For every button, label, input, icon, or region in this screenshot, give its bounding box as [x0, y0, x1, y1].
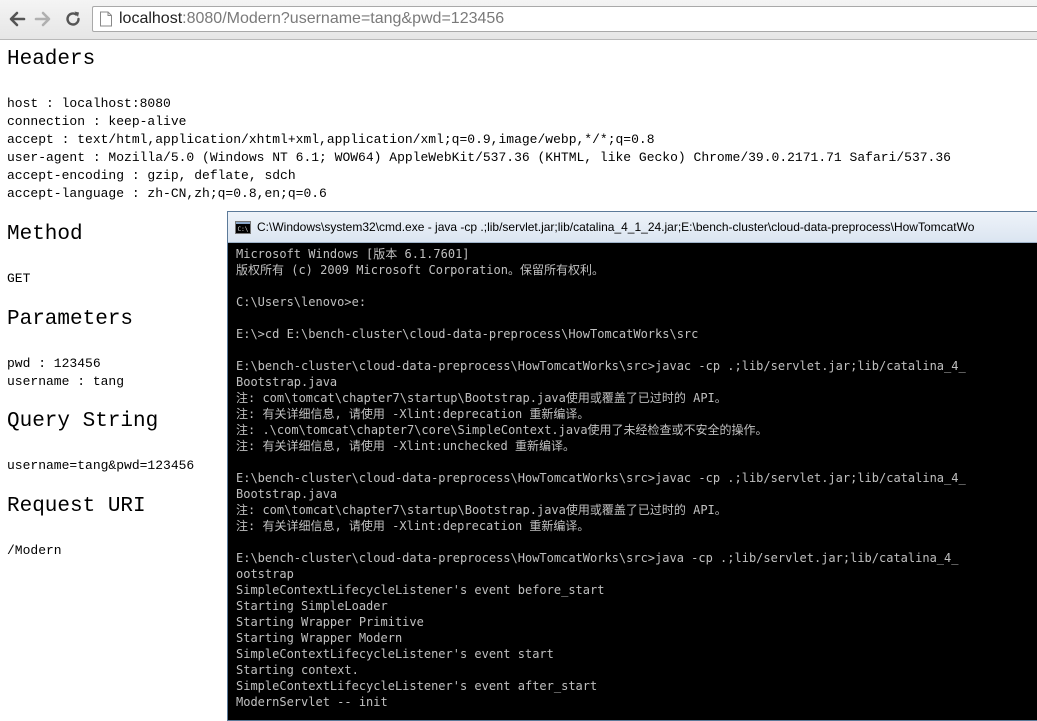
query-string-value: username=tang&pwd=123456 [7, 458, 195, 473]
console-line: 注: .\com\tomcat\chapter7\core\SimpleCont… [236, 423, 768, 437]
headers-heading: Headers [7, 48, 96, 71]
console-line: Starting SimpleLoader [236, 599, 388, 613]
method-value: GET [7, 271, 31, 286]
header-line: connection : keep-alive [7, 114, 187, 129]
console-line: ModernServlet -- init [236, 695, 388, 709]
parameters-heading: Parameters [7, 308, 134, 331]
cmd-window[interactable]: C:\ C:\Windows\system32\cmd.exe - java -… [227, 211, 1037, 721]
console-line: Starting Wrapper Modern [236, 631, 403, 645]
cmd-icon: C:\ [235, 221, 251, 234]
forward-button[interactable] [32, 8, 54, 30]
url-path: :8080/Modern?username=tang&pwd=123456 [182, 10, 505, 27]
console-line: E:\bench-cluster\cloud-data-preprocess\H… [236, 471, 966, 485]
back-arrow-icon [9, 11, 26, 27]
console-line: SimpleContextLifecycleListener's event b… [236, 583, 605, 597]
request-uri-value: /Modern [7, 543, 62, 558]
console-line: Starting context. [236, 663, 359, 677]
console-line: 注: 有关详细信息, 请使用 -Xlint:unchecked 重新编译。 [236, 439, 575, 453]
url-text: localhost:8080/Modern?username=tang&pwd=… [119, 10, 504, 28]
console-line: E:\bench-cluster\cloud-data-preprocess\H… [236, 551, 959, 565]
parameter-line: pwd : 123456 [7, 356, 101, 371]
address-bar[interactable]: localhost:8080/Modern?username=tang&pwd=… [92, 6, 1037, 32]
console-line: C:\Users\lenovo>e: [236, 295, 367, 309]
page-icon [100, 11, 112, 27]
method-heading: Method [7, 223, 83, 246]
console-line: Starting Wrapper Primitive [236, 615, 424, 629]
console-line: Bootstrap.java [236, 487, 338, 501]
cmd-title: C:\Windows\system32\cmd.exe - java -cp .… [257, 220, 975, 234]
back-button[interactable] [6, 8, 28, 30]
header-line: accept-language : zh-CN,zh;q=0.8,en;q=0.… [7, 186, 327, 201]
forward-arrow-icon [34, 11, 51, 27]
reload-icon [66, 11, 80, 26]
parameter-line: username : tang [7, 374, 125, 389]
console-line: 注: 有关详细信息, 请使用 -Xlint:deprecation 重新编译。 [236, 519, 590, 533]
cmd-title-bar[interactable]: C:\ C:\Windows\system32\cmd.exe - java -… [228, 212, 1037, 243]
query-string-heading: Query String [7, 410, 159, 433]
console-line: 注: 有关详细信息, 请使用 -Xlint:deprecation 重新编译。 [236, 407, 590, 421]
console-line: Microsoft Windows [版本 6.1.7601] [236, 247, 470, 261]
header-line: host : localhost:8080 [7, 96, 171, 111]
browser-toolbar: localhost:8080/Modern?username=tang&pwd=… [0, 0, 1037, 40]
console-line: E:\>cd E:\bench-cluster\cloud-data-prepr… [236, 327, 699, 341]
header-line: accept-encoding : gzip, deflate, sdch [7, 168, 296, 183]
console-line: ootstrap [236, 567, 294, 581]
header-line: accept : text/html,application/xhtml+xml… [7, 132, 655, 147]
reload-button[interactable] [62, 8, 84, 30]
console-line: E:\bench-cluster\cloud-data-preprocess\H… [236, 359, 966, 373]
url-host: localhost [119, 10, 183, 27]
svg-text:C:\: C:\ [238, 226, 249, 233]
request-uri-heading: Request URI [7, 495, 146, 518]
console-line: 注: com\tomcat\chapter7\startup\Bootstrap… [236, 391, 727, 405]
header-line: user-agent : Mozilla/5.0 (Windows NT 6.1… [7, 150, 951, 165]
console-line: SimpleContextLifecycleListener's event s… [236, 647, 554, 661]
console-line: Bootstrap.java [236, 375, 338, 389]
console-line: SimpleContextLifecycleListener's event a… [236, 679, 598, 693]
console-line: 版权所有 (c) 2009 Microsoft Corporation。保留所有… [236, 263, 604, 277]
cmd-output[interactable]: Microsoft Windows [版本 6.1.7601] 版权所有 (c) … [236, 246, 1037, 720]
console-line: 注: com\tomcat\chapter7\startup\Bootstrap… [236, 503, 727, 517]
